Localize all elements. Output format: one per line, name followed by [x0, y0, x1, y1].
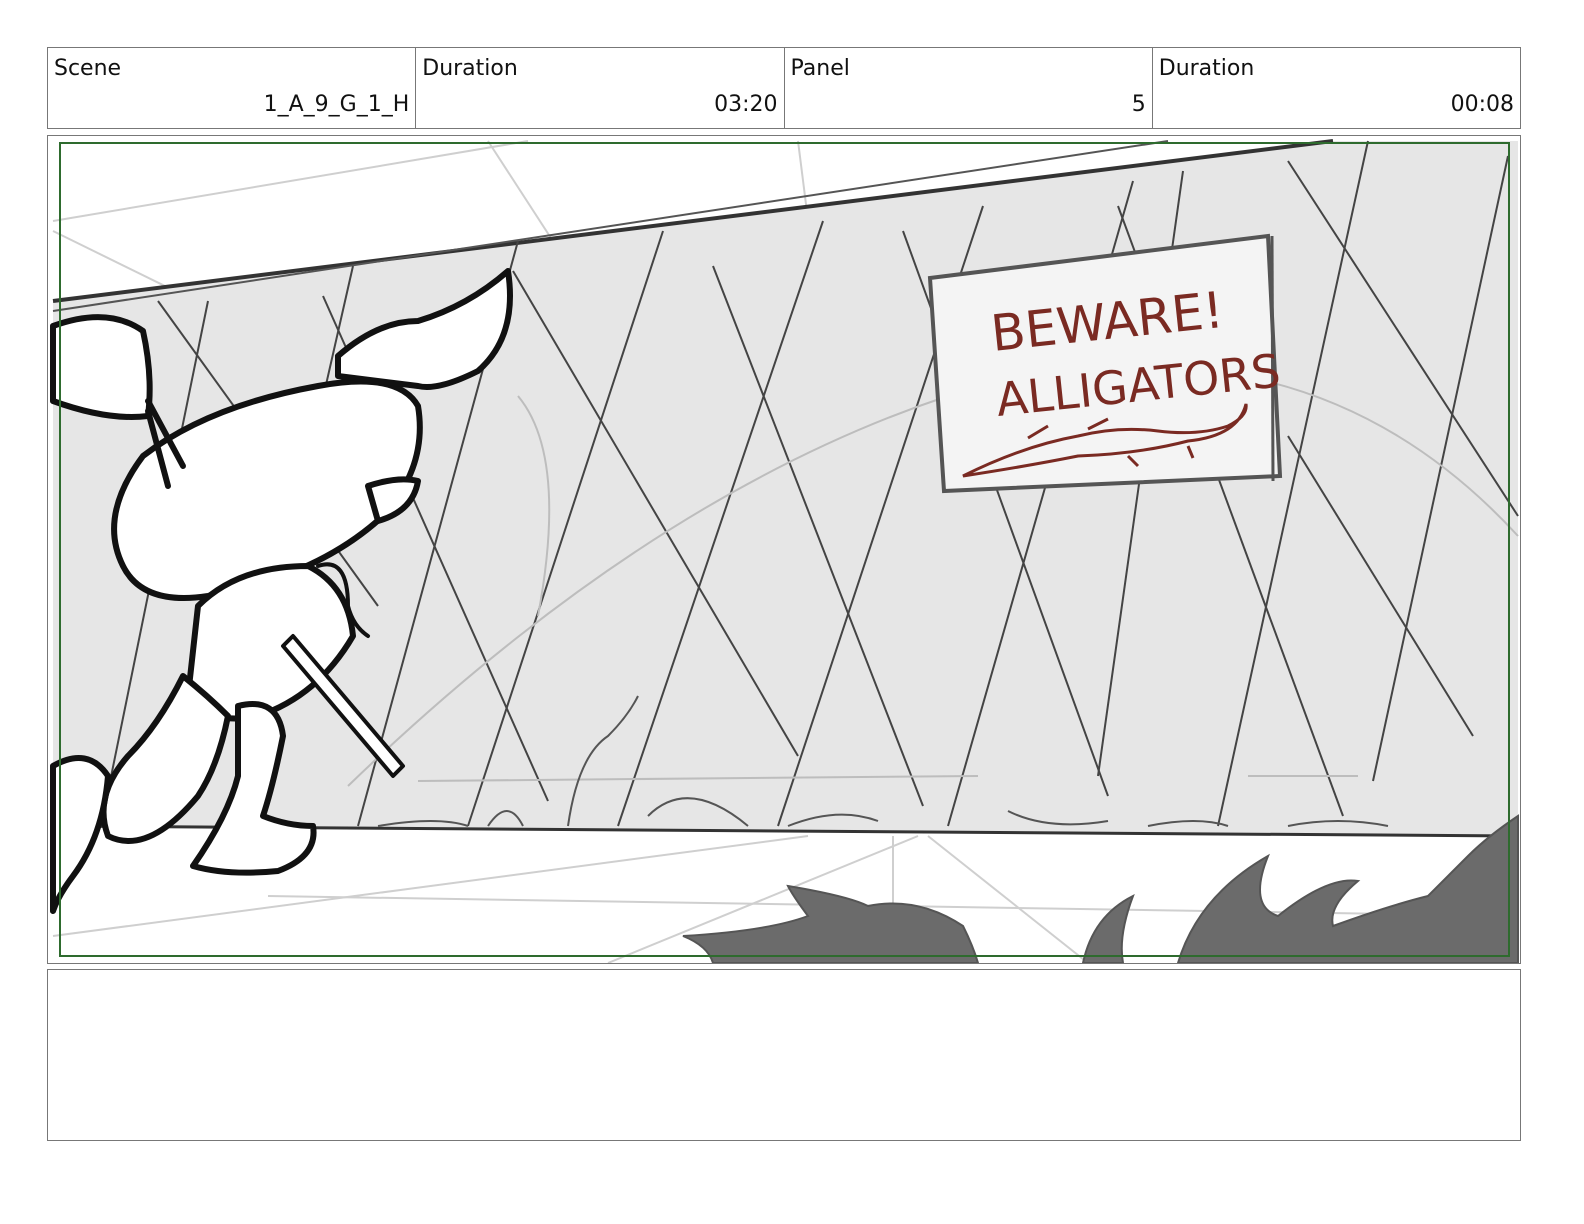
panel-notes-box[interactable] — [47, 969, 1521, 1141]
panel-duration-cell: Duration 00:08 — [1153, 48, 1520, 128]
bush-center — [682, 884, 980, 963]
scene-duration-value: 03:20 — [714, 92, 778, 117]
storyboard-sketch: BEWARE! ALLIGATORS — [50, 139, 1519, 963]
foreground-bushes — [682, 814, 1519, 963]
scene-label: Scene — [54, 56, 122, 81]
scene-cell: Scene 1_A_9_G_1_H — [48, 48, 417, 128]
character-ear-left — [50, 314, 153, 420]
panel-value: 5 — [1131, 92, 1146, 117]
panel-info-header: Scene 1_A_9_G_1_H Duration 03:20 Panel 5… — [47, 47, 1521, 129]
panel-duration-label: Duration — [1158, 56, 1255, 81]
scene-duration-label: Duration — [422, 56, 518, 81]
panel-cell: Panel 5 — [785, 48, 1153, 128]
bush-right-1 — [1081, 893, 1135, 963]
beware-sign: BEWARE! ALLIGATORS — [927, 233, 1283, 494]
panel-label: Panel — [790, 56, 850, 81]
scene-value: 1_A_9_G_1_H — [263, 92, 410, 117]
bush-right-2 — [1176, 814, 1519, 963]
scene-duration-cell: Duration 03:20 — [416, 48, 785, 128]
character-tail — [50, 755, 111, 914]
panel-duration-value: 00:08 — [1450, 92, 1514, 117]
storyboard-panel-frame: BEWARE! ALLIGATORS — [47, 135, 1521, 964]
